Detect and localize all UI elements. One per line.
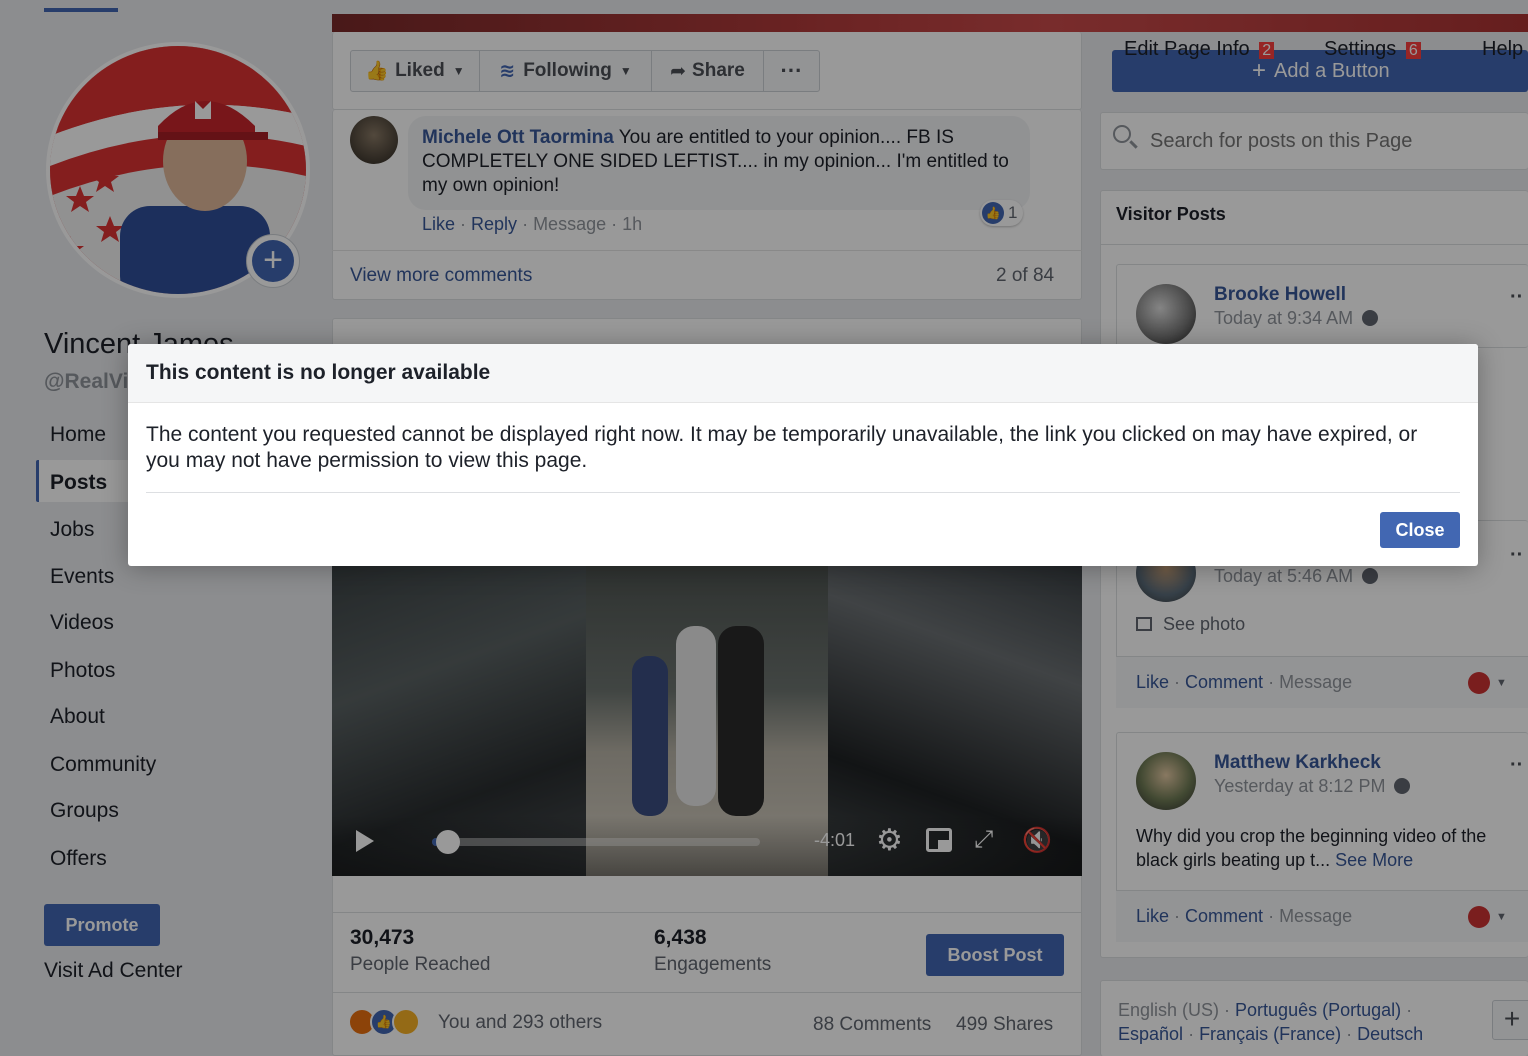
content-unavailable-dialog: This content is no longer available The … [128,344,1478,566]
dialog-title: This content is no longer available [146,361,491,384]
close-button[interactable]: Close [1380,512,1460,548]
dialog-divider [146,492,1460,493]
dialog-body: The content you requested cannot be disp… [146,423,1418,472]
